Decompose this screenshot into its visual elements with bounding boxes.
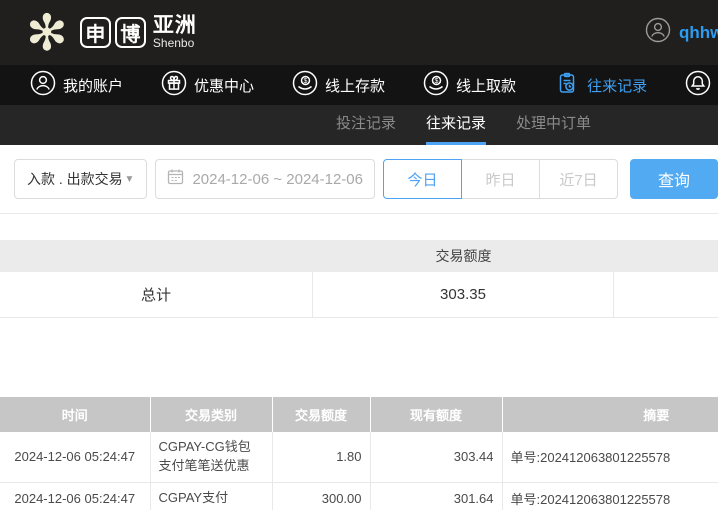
col-header-time: 时间 [0,397,151,432]
nav-item-label: 线上存款 [325,77,386,95]
col-header-summary: 摘要 [502,397,718,432]
summary-total-label: 总计 [0,272,313,317]
cell-type: CGPAY-CG钱包支付笔笔送优惠 [150,432,273,483]
svg-text:$: $ [435,78,439,85]
table-row: 2024-12-06 05:24:47 CGPAY-CG钱包支付笔笔送优惠 1.… [0,432,718,483]
nav-item-label: 我的账户 [63,77,124,95]
nav-item-label: 线上取款 [456,77,517,95]
cell-amount: 1.80 [272,432,371,483]
records-header-row: 时间 交易类别 交易额度 现有额度 摘要 [0,397,718,432]
search-button[interactable]: 查询 [630,159,718,199]
page: ✻ 申 博 亚洲 Shenbo qhhw 我的账户 优惠中心 $ 线上存款 $ … [0,0,718,510]
main-nav: 我的账户 优惠中心 $ 线上存款 $ 线上取款 往来记录 [0,65,718,105]
summary-amount-header: 交易额度 [435,248,492,264]
last7days-button[interactable]: 近7日 [539,159,618,199]
nav-item-deposit[interactable]: $ 线上存款 [292,70,385,100]
col-header-type: 交易类别 [150,397,273,432]
nav-item-withdraw[interactable]: $ 线上取款 [423,70,516,100]
withdraw-icon: $ [423,70,456,100]
brand-name-en: Shenbo [152,36,195,51]
nav-item-transactions[interactable]: 往来记录 [554,70,647,100]
summary-total-row: 总计 303.35 [0,272,718,318]
cell-summary: 单号:202412063801225578 [502,482,718,510]
gift-icon [161,70,194,100]
summary-total-value: 303.35 [313,272,614,317]
summary-header-row: 交易额度 [0,240,718,272]
date-range-input[interactable]: 2024-12-06 ~ 2024-12-06 [155,159,375,199]
col-header-amount: 交易额度 [272,397,371,432]
brand-suffix: 亚洲 [152,14,197,38]
records-table: 时间 交易类别 交易额度 现有额度 摘要 2024-12-06 05:24:47… [0,397,718,510]
flower-logo-icon: ✻ [26,4,68,61]
summary-table: 交易额度 总计 303.35 [0,240,718,318]
cell-time: 2024-12-06 05:24:47 [0,482,151,510]
transaction-type-value: 入款 . 出款交易 [27,171,123,187]
today-button[interactable]: 今日 [383,159,462,199]
chevron-down-icon: ▼ [124,173,135,185]
avatar-icon [645,17,679,48]
nav-item-label: 优惠中心 [194,77,255,95]
svg-text:$: $ [304,78,308,85]
user-menu[interactable]: qhhw [645,0,718,65]
nav-item-messages[interactable]: 信息 [685,70,718,100]
quick-range-group: 今日 昨日 近7日 [383,159,618,199]
table-row: 2024-12-06 05:24:47 CGPAY支付 300.00 301.6… [0,482,718,510]
brand-char-box: 申 [79,17,111,48]
calendar-icon [167,168,184,190]
bell-icon [685,70,718,100]
cell-balance: 303.44 [370,432,503,483]
yesterday-button[interactable]: 昨日 [461,159,540,199]
records-icon [554,70,587,100]
cell-time: 2024-12-06 05:24:47 [0,432,151,483]
tab-pending-orders[interactable]: 处理中订单 [516,105,591,145]
transaction-type-select[interactable]: 入款 . 出款交易 ▼ [14,159,148,199]
top-header: ✻ 申 博 亚洲 Shenbo qhhw [0,0,718,65]
date-range-value: 2024-12-06 ~ 2024-12-06 [192,170,363,188]
col-header-balance: 现有额度 [370,397,503,432]
brand-char-box: 博 [114,17,146,48]
nav-item-my-account[interactable]: 我的账户 [30,70,123,100]
account-icon [30,70,63,100]
tab-transaction-records[interactable]: 往来记录 [426,105,487,145]
tab-bet-records[interactable]: 投注记录 [336,105,396,145]
brand-logo[interactable]: ✻ 申 博 亚洲 Shenbo [26,8,197,58]
nav-item-label: 往来记录 [587,77,648,95]
filter-bar: 入款 . 出款交易 ▼ 2024-12-06 ~ 2024-12-06 今日 昨… [0,145,718,214]
cell-balance: 301.64 [370,482,503,510]
sub-nav: 投注记录 往来记录 处理中订单 [0,105,718,145]
username: qhhw [679,22,718,42]
deposit-icon: $ [292,70,325,100]
cell-type: CGPAY支付 [150,482,273,510]
cell-summary: 单号:202412063801225578 [502,432,718,483]
nav-item-promotions[interactable]: 优惠中心 [161,70,254,100]
cell-amount: 300.00 [272,482,371,510]
